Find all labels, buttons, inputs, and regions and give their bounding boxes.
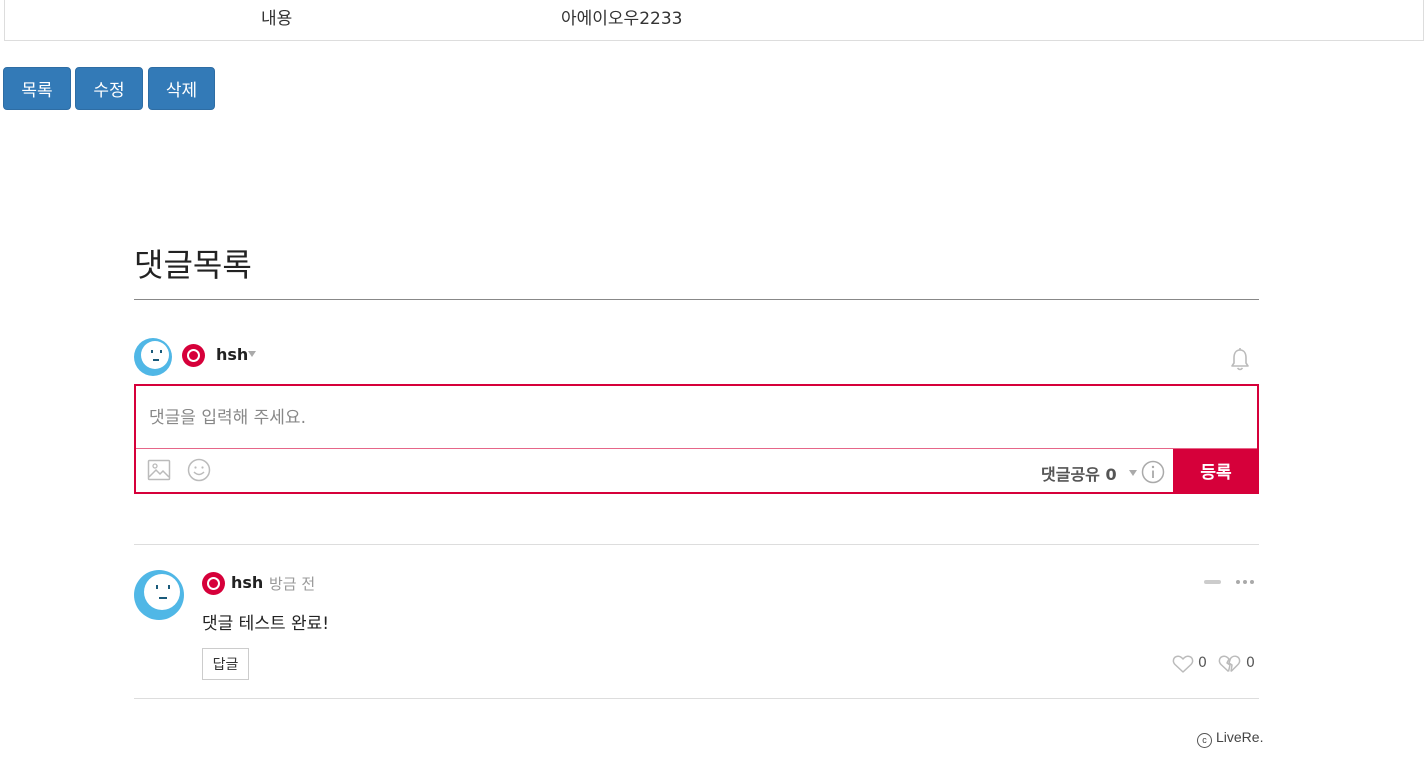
comment-author-avatar[interactable] [134,570,184,620]
bell-icon[interactable] [1229,347,1251,373]
like-heart-icon[interactable] [1172,654,1194,674]
comment-editor: 댓글공유 0 등록 [134,384,1259,494]
site-logo-icon [202,572,225,595]
editor-divider [136,448,1257,449]
content-label: 내용 [261,9,293,29]
share-toggle[interactable]: 댓글공유 0 [1041,461,1117,485]
comment-timestamp: 방금 전 [269,575,316,593]
collapse-icon[interactable] [1204,580,1221,584]
list-button[interactable]: 목록 [3,67,71,110]
current-user-name[interactable]: hsh [216,345,248,364]
reply-button[interactable]: 답글 [202,648,249,680]
current-user-avatar[interactable] [134,338,172,376]
dislike-broken-heart-icon[interactable] [1218,654,1241,674]
title-divider [134,299,1259,300]
user-menu-caret-icon[interactable] [248,351,256,357]
more-options-icon[interactable] [1236,578,1256,586]
image-upload-icon[interactable] [147,459,171,481]
comment-author-name[interactable]: hsh [231,573,263,592]
like-count: 0 [1198,655,1207,671]
comments-title: 댓글목록 [134,246,252,284]
dislike-count: 0 [1246,655,1255,671]
emoji-icon[interactable] [187,458,211,482]
comment-list-divider [134,544,1259,545]
brand-name: LiveRe. [1216,729,1264,745]
submit-comment-button[interactable]: 등록 [1173,449,1259,492]
share-label: 댓글공유 [1041,465,1100,484]
comment-input[interactable] [136,386,1257,448]
comment-text: 댓글 테스트 완료! [202,614,330,634]
content-table: 내용 아에이오우2233 [4,0,1424,41]
comment-list-bottom-divider [134,698,1259,699]
copyright-icon: c [1197,733,1212,748]
delete-button[interactable]: 삭제 [148,67,215,110]
content-value: 아에이오우2233 [561,9,683,29]
share-count: 0 [1105,465,1117,484]
edit-button[interactable]: 수정 [75,67,143,110]
site-logo-icon [182,344,205,367]
share-caret-icon[interactable] [1129,470,1137,476]
livere-brand[interactable]: c LiveRe. [1197,729,1263,748]
info-icon[interactable] [1141,460,1165,484]
